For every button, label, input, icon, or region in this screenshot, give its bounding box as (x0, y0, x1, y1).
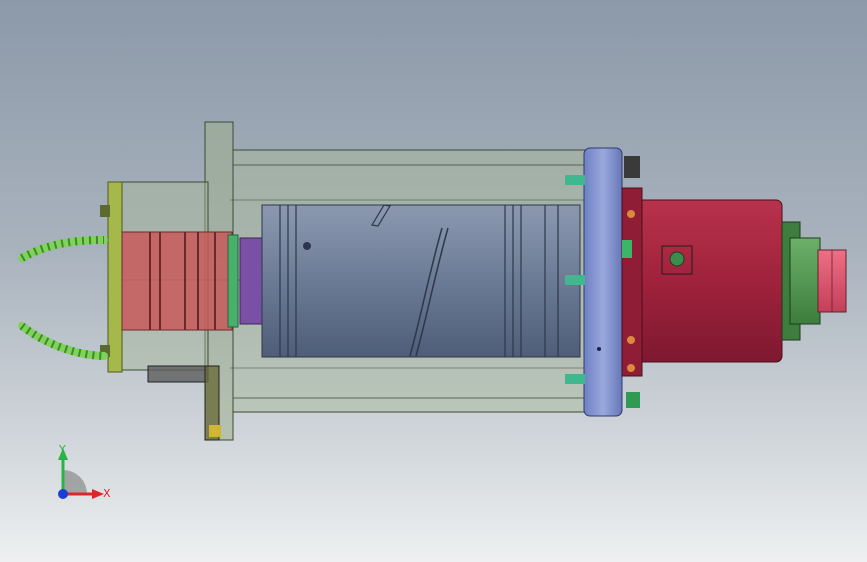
front-cap[interactable] (621, 156, 783, 408)
rear-mount-plate[interactable] (100, 181, 123, 373)
spindle-nose[interactable] (781, 221, 847, 341)
spindle-assembly-model[interactable] (0, 0, 867, 562)
bottom-bracket[interactable] (147, 365, 221, 441)
cooling-hoses[interactable] (18, 236, 108, 360)
cad-viewport[interactable]: Y X (0, 0, 867, 562)
rotor-cylinder[interactable] (261, 204, 581, 358)
triad-quadrant-icon (63, 470, 87, 494)
x-axis-label: X (103, 487, 111, 500)
rear-bearing-rings[interactable] (121, 231, 263, 331)
z-axis-dot-icon (58, 489, 68, 499)
coordinate-triad[interactable]: Y X (46, 440, 126, 510)
y-axis-label: Y (58, 443, 66, 456)
